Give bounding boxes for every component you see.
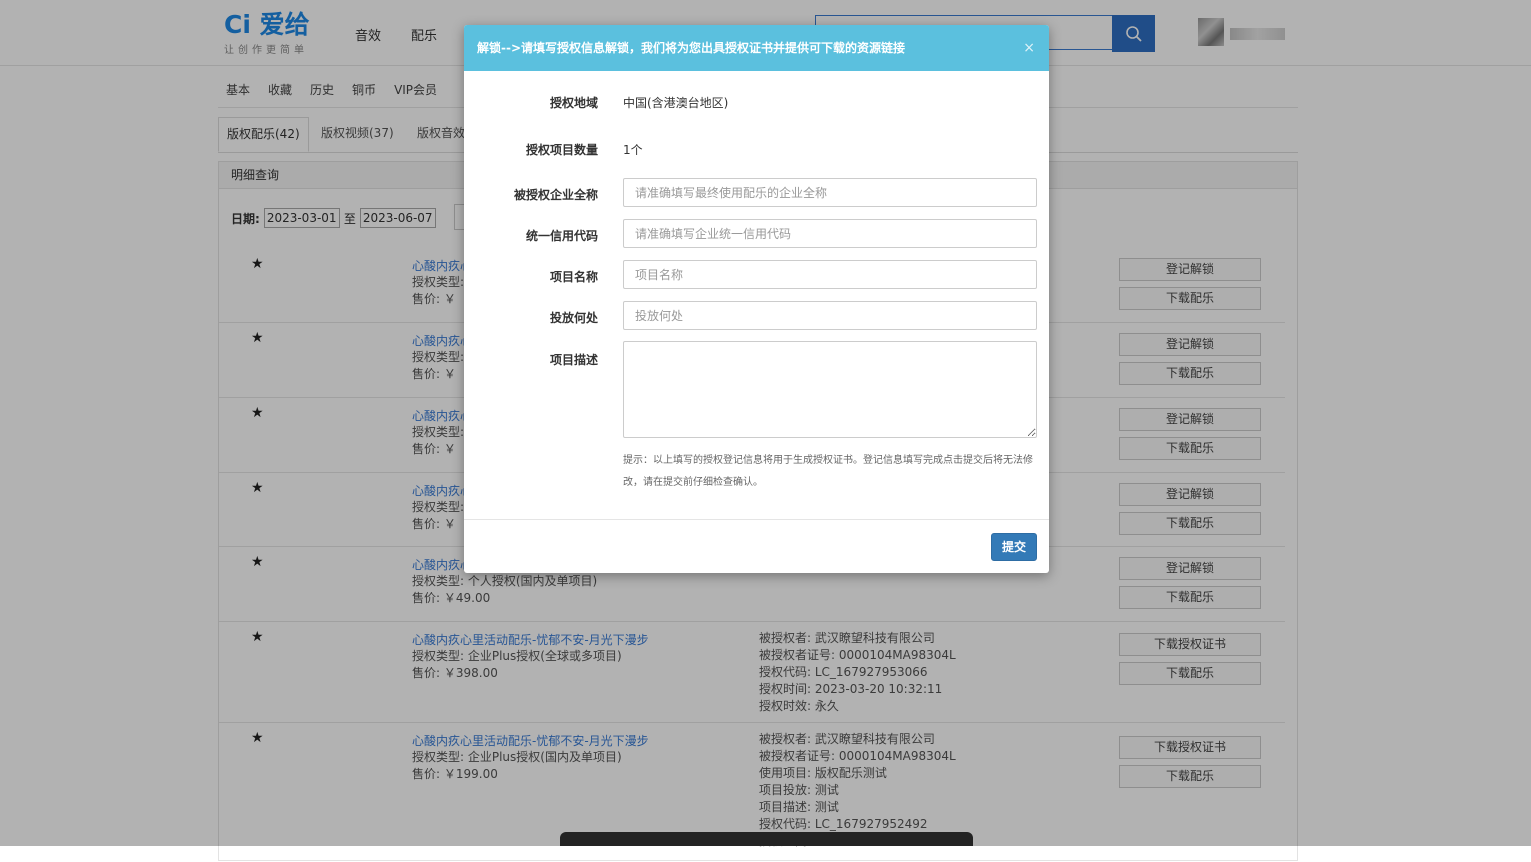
dialog-footer: 提交 [464,519,1049,573]
company-name-input[interactable] [623,178,1037,207]
project-count-value: 1个 [623,143,643,157]
credit-code-input[interactable] [623,219,1037,248]
submit-hint: 提示：以上填写的授权登记信息将用于生成授权证书。登记信息填写完成点击提交后将无法… [623,455,1033,488]
project-count-label: 授权项目数量 [525,143,598,157]
dialog-header: 解锁-->请填写授权信息解锁，我们将为您出具授权证书并提供可下载的资源链接 × [464,25,1049,71]
region-label: 授权地域 [549,96,598,110]
region-value: 中国(含港澳台地区) [623,96,729,110]
project-name-label: 项目名称 [549,270,598,284]
credit-code-label: 统一信用代码 [525,229,598,243]
placement-input[interactable] [623,301,1037,330]
unlock-license-dialog: 解锁-->请填写授权信息解锁，我们将为您出具授权证书并提供可下载的资源链接 × … [464,25,1049,573]
close-icon[interactable]: × [1023,25,1035,71]
company-name-label: 被授权企业全称 [513,188,598,202]
project-name-input[interactable] [623,260,1037,289]
dialog-title: 解锁-->请填写授权信息解锁，我们将为您出具授权证书并提供可下载的资源链接 [477,41,906,55]
submit-button[interactable]: 提交 [991,533,1037,561]
project-description-label: 项目描述 [549,353,598,367]
placement-label: 投放何处 [549,311,598,325]
project-description-textarea[interactable] [623,341,1037,438]
